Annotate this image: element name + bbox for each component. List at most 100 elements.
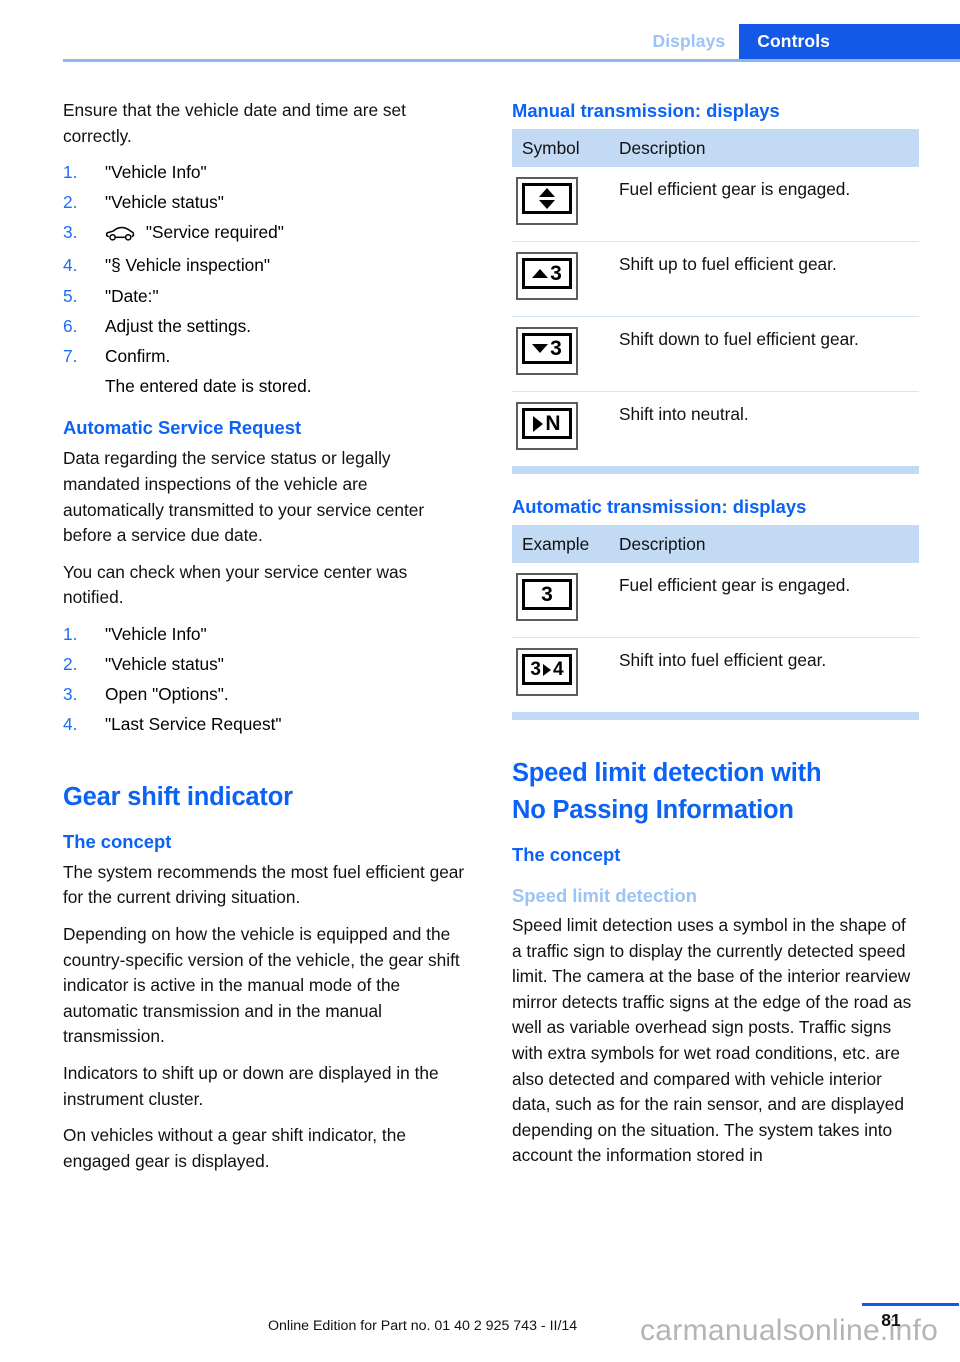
table-cell-description: Shift into neutral. [609, 391, 919, 466]
list-item-number: 1. [63, 162, 78, 183]
tab-displays[interactable]: Displays [638, 24, 740, 59]
heading-gear-shift-indicator: Gear shift indicator [63, 782, 293, 811]
arrow-down-icon [532, 344, 549, 353]
column-header-description: Description [609, 129, 919, 167]
gsi-paragraph-3: Indicators to shift up or down are displ… [63, 1063, 439, 1109]
gear-3-to-4-display-icon: 3 4 [516, 648, 578, 696]
heading-speed-limit-detection-line2: No Passing Information [512, 796, 794, 824]
list-item-number: 7. [63, 345, 78, 366]
list-item: 7. Confirm. [63, 344, 470, 370]
automatic-transmission-table: Example Description 3 Fuel efficient gea… [512, 525, 919, 712]
list-item-note: The entered date is stored. [105, 375, 312, 396]
header-tabs: Displays Controls [638, 24, 960, 59]
list-item: 4. "Last Service Request" [63, 712, 470, 738]
list-item-label: Adjust the settings. [105, 315, 252, 336]
shift-neutral-display-icon: N [516, 402, 578, 450]
tab-controls-label: Controls [757, 31, 830, 51]
table-row: N Shift into neutral. [512, 391, 919, 466]
gear-3-display-icon: 3 [516, 573, 578, 621]
asr-paragraph-2: You can check when your service center w… [63, 561, 408, 608]
list-item-number: 2. [63, 192, 78, 213]
arrow-up-icon [532, 269, 549, 278]
asr-paragraph-1: Data regarding the service status or leg… [63, 448, 425, 546]
list-item-label: "Last Service Request" [105, 714, 282, 735]
column-header-description: Description [609, 525, 919, 563]
table-cell-symbol: N [512, 391, 609, 466]
tab-displays-label: Displays [652, 31, 726, 51]
list-item: 1. "Vehicle Info" [63, 622, 470, 648]
list-item-number: 3. [63, 222, 78, 243]
gear-number: 3 [550, 337, 562, 360]
list-item-number: 1. [63, 624, 78, 644]
table-row: Fuel efficient gear is engaged. [512, 167, 919, 242]
page-number-rule [862, 1303, 959, 1306]
table-cell-description: Fuel efficient gear is engaged. [619, 179, 851, 199]
gsi-paragraph-1: The system recommends the most fuel effi… [63, 861, 465, 908]
page-header: Displays Controls [0, 0, 960, 62]
list-item-number: 4. [63, 714, 78, 735]
right-column: Manual transmission: displays Symbol Des… [512, 98, 919, 1180]
heading-automatic-transmission: Automatic transmission: displays [512, 496, 807, 517]
table-cell-symbol: 3 [512, 241, 609, 317]
list-item-label: "Vehicle Info" [105, 162, 207, 183]
list-item: 2. "Vehicle status" [63, 652, 470, 678]
table-bottom-bar [512, 712, 919, 720]
table-row: 3 4 Shift into fuel efficient gear. [512, 637, 919, 712]
up-down-arrows-icon [539, 188, 555, 209]
table-cell-symbol [512, 167, 609, 242]
heading-the-concept-right: The concept [512, 844, 621, 865]
heading-the-concept-left: The concept [63, 830, 172, 852]
subheading-speed-limit-detection: Speed limit detection [512, 885, 697, 906]
list-item-label: "Vehicle status" [105, 654, 224, 675]
table-cell-description: Shift down to fuel efficient gear. [609, 316, 919, 392]
gear-number: 3 [541, 583, 553, 606]
shift-up-3-display-icon: 3 [516, 252, 578, 300]
heading-speed-limit-detection-line1: Speed limit detection with [512, 759, 822, 787]
gsi-paragraph-4: On vehicles without a gear shift indicat… [63, 1125, 406, 1171]
list-item: 3. "Service required" [63, 220, 470, 249]
list-item-label: Confirm. [105, 345, 171, 366]
header-divider [63, 59, 960, 62]
table-row: 3 Shift up to fuel efficient gear. [512, 241, 919, 317]
sld-paragraph-1: Speed limit detection uses a symbol in t… [512, 915, 912, 1166]
list-item-label: "Date:" [105, 285, 159, 306]
service-request-steps: 1. "Vehicle Info" 2. "Vehicle status" 3.… [63, 622, 470, 738]
arrow-right-icon [533, 415, 544, 432]
gear-number-from: 3 [530, 659, 541, 680]
manual-transmission-table: Symbol Description Fuel efficient gear i… [512, 129, 919, 466]
intro-paragraph: Ensure that the vehicle date and time ar… [63, 100, 406, 146]
list-item-number: 4. [63, 255, 78, 276]
car-icon [105, 223, 135, 249]
list-item-number: 6. [63, 315, 78, 336]
list-item-number: 5. [63, 285, 78, 306]
up-down-arrow-display-icon [516, 177, 578, 225]
table-cell-description: Fuel efficient gear is engaged. [619, 575, 851, 595]
footer-edition-text: Online Edition for Part no. 01 40 2 925 … [268, 1318, 578, 1334]
column-header-example: Example [512, 525, 609, 563]
column-header-symbol: Symbol [512, 129, 609, 167]
list-item-label: Open "Options". [105, 684, 229, 705]
list-item: 5. "Date:" [63, 284, 470, 310]
arrow-right-icon [543, 663, 551, 676]
heading-automatic-service-request: Automatic Service Request [63, 417, 302, 439]
gear-number-to: 4 [553, 659, 564, 680]
table-header-row: Example Description [512, 525, 919, 563]
table-header-row: Symbol Description [512, 129, 919, 167]
table-cell-description: Shift into fuel efficient gear. [609, 637, 919, 712]
list-item-label: "§ Vehicle inspection" [105, 255, 271, 276]
list-item: 4. "§ Vehicle inspection" [63, 253, 470, 279]
table-cell-symbol: 3 4 [512, 637, 609, 712]
page-number: 81 [881, 1310, 901, 1330]
date-setting-steps: 1. "Vehicle Info" 2. "Vehicle status" 3.… [63, 160, 470, 399]
table-row: 3 Fuel efficient gear is engaged. [512, 563, 919, 638]
table-cell-symbol: 3 [512, 563, 609, 638]
gsi-paragraph-2: Depending on how the vehicle is equipped… [63, 924, 460, 1047]
heading-manual-transmission: Manual transmission: displays [512, 100, 780, 121]
tab-controls[interactable]: Controls [739, 24, 960, 59]
list-item-number: 2. [63, 654, 78, 675]
shift-down-3-display-icon: 3 [516, 327, 578, 375]
list-item-label: "Vehicle status" [105, 192, 224, 213]
table-cell-description: Shift up to fuel efficient gear. [609, 241, 919, 317]
list-item-label: "Vehicle Info" [105, 624, 207, 644]
table-row: 3 Shift down to fuel efficient gear. [512, 316, 919, 392]
